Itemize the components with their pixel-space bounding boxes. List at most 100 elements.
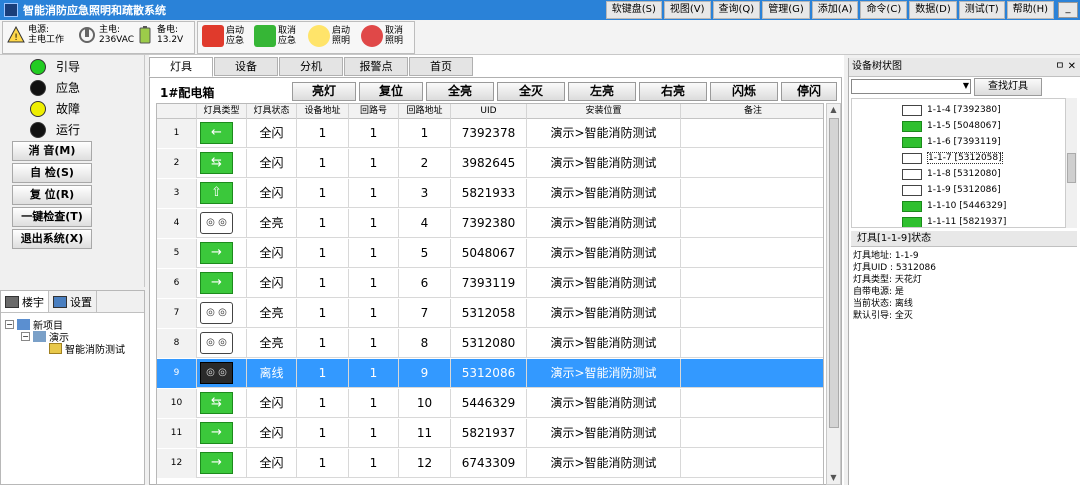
note-cell	[681, 239, 823, 268]
table-row[interactable]: 6 → 全闪 1 1 6 7393119 演示>智能消防测试	[157, 269, 823, 298]
tab-alarm-points[interactable]: 报警点	[344, 57, 408, 76]
scroll-up-icon[interactable]: ▲	[827, 104, 840, 116]
project-tabs: 楼宇 设置	[1, 291, 144, 313]
table-row[interactable]: 4 ◎ ◎ 全亮 1 1 4 7392380 演示>智能消防测试	[157, 209, 823, 238]
menu-item-8[interactable]: 帮助(H)	[1006, 1, 1054, 19]
power-status: ! 电源: 主电工作	[7, 25, 64, 45]
all-off-button[interactable]: 全灭	[497, 82, 565, 101]
addr-cell: 3	[399, 179, 451, 208]
device-tree-item[interactable]: 1-1-7 [5312058]	[902, 150, 1003, 166]
device-tree-item[interactable]: 1-1-5 [5048067]	[902, 118, 1001, 134]
table-row[interactable]: 12 → 全闪 1 1 12 6743309 演示>智能消防测试	[157, 449, 823, 478]
uid-cell: 6743309	[451, 449, 527, 478]
addr-cell: 5	[399, 239, 451, 268]
exit-sign-icon	[902, 136, 922, 148]
exit-sign-icon: ←	[200, 122, 233, 144]
header-lamp-type[interactable]: 灯具类型	[197, 104, 247, 119]
uid-cell: 5312058	[451, 299, 527, 328]
header-loop[interactable]: 回路号	[349, 104, 399, 119]
table-scrollbar[interactable]: ▲ ▼	[826, 103, 841, 485]
device-tree-item[interactable]: 1-1-11 [5821937]	[902, 214, 1006, 227]
left-on-button[interactable]: 左亮	[568, 82, 636, 101]
flash-button[interactable]: 闪烁	[710, 82, 778, 101]
header-location[interactable]: 安装位置	[527, 104, 681, 119]
scroll-thumb[interactable]	[829, 118, 839, 428]
exit-system-button[interactable]: 退出系统(X)	[12, 229, 92, 249]
chevron-down-icon[interactable]: ▼	[963, 81, 969, 90]
menu-item-6[interactable]: 数据(D)	[909, 1, 957, 19]
table-row[interactable]: 5 → 全闪 1 1 5 5048067 演示>智能消防测试	[157, 239, 823, 268]
device-tree-item[interactable]: 1-1-8 [5312080]	[902, 166, 1001, 182]
header-note[interactable]: 备注	[681, 104, 823, 119]
minimize-button[interactable]: _	[1058, 2, 1078, 18]
device-tree-label: 1-1-4 [7392380]	[927, 105, 1001, 115]
collapse-icon[interactable]: −	[21, 332, 30, 341]
emergency-actions-group: 启动 应急 取消 应急 启动 照明 取消 照明	[197, 21, 415, 54]
tab-extensions[interactable]: 分机	[279, 57, 343, 76]
exit-sign-icon	[902, 200, 922, 212]
header-device-address[interactable]: 设备地址	[297, 104, 349, 119]
start-emergency-button[interactable]: 启动 应急	[202, 25, 244, 47]
note-cell	[681, 269, 823, 298]
table-row[interactable]: 9 ◎ ◎ 离线 1 1 9 5312086 演示>智能消防测试	[157, 359, 823, 388]
table-row[interactable]: 2 ⇆ 全闪 1 1 2 3982645 演示>智能消防测试	[157, 149, 823, 178]
n-cell: 8	[157, 329, 197, 358]
table-row[interactable]: 10 ⇆ 全闪 1 1 10 5446329 演示>智能消防测试	[157, 389, 823, 418]
one-click-check-button[interactable]: 一键检查(T)	[12, 207, 92, 227]
silence-button[interactable]: 消 音(M)	[12, 141, 92, 161]
menu-item-1[interactable]: 视图(V)	[663, 1, 711, 19]
reset-lamp-button[interactable]: 复位	[359, 82, 423, 101]
device-tree-item[interactable]: 1-1-9 [5312086]	[902, 182, 1001, 198]
menu-item-2[interactable]: 查询(Q)	[712, 1, 761, 19]
tab-lamps[interactable]: 灯具	[149, 57, 213, 77]
n-cell: 7	[157, 299, 197, 328]
dev-cell: 1	[297, 389, 349, 418]
cancel-lighting-button[interactable]: 取消 照明	[361, 25, 403, 47]
menu-item-7[interactable]: 测试(T)	[958, 1, 1005, 19]
device-tree-item[interactable]: 1-1-10 [5446329]	[902, 198, 1006, 214]
pin-close-icon[interactable]: ㅁ ✕	[1055, 58, 1076, 76]
stop-flash-button[interactable]: 停闪	[781, 82, 837, 101]
device-tree-panel: 设备树状图 ㅁ ✕ ▼ 查找灯具 1-1-4 [7392380] 1-1-5 [5…	[848, 58, 1080, 485]
tree-scrollbar[interactable]	[1065, 98, 1077, 228]
find-lamp-button[interactable]: 查找灯具	[974, 78, 1042, 96]
table-row[interactable]: 1 ← 全闪 1 1 1 7392378 演示>智能消防测试	[157, 119, 823, 148]
table-row[interactable]: 8 ◎ ◎ 全亮 1 1 8 5312080 演示>智能消防测试	[157, 329, 823, 358]
header-uid[interactable]: UID	[451, 104, 527, 119]
scroll-down-icon[interactable]: ▼	[827, 472, 840, 484]
n-cell: 9	[157, 359, 197, 388]
addr-cell: 10	[399, 389, 451, 418]
tab-settings[interactable]: 设置	[49, 291, 97, 312]
reset-button[interactable]: 复 位(R)	[12, 185, 92, 205]
all-on-button[interactable]: 全亮	[426, 82, 494, 101]
device-tree-item[interactable]: 1-1-6 [7393119]	[902, 134, 1001, 150]
tree-leaf[interactable]: 智能消防测试	[49, 341, 125, 356]
header-loop-address[interactable]: 回路地址	[399, 104, 451, 119]
light-on-button[interactable]: 亮灯	[292, 82, 356, 101]
uid-cell: 5446329	[451, 389, 527, 418]
menu-item-4[interactable]: 添加(A)	[811, 1, 859, 19]
table-row[interactable]: 11 → 全闪 1 1 11 5821937 演示>智能消防测试	[157, 419, 823, 448]
table-row[interactable]: 3 ⇧ 全闪 1 1 3 5821933 演示>智能消防测试	[157, 179, 823, 208]
cabinet-title: 1#配电箱	[160, 86, 215, 100]
header-lamp-status[interactable]: 灯具状态	[247, 104, 297, 119]
table-row[interactable]: 7 ◎ ◎ 全亮 1 1 7 5312058 演示>智能消防测试	[157, 299, 823, 328]
tab-home[interactable]: 首页	[409, 57, 473, 76]
device-tree-item[interactable]: 1-1-4 [7392380]	[902, 102, 1001, 118]
lamp-search-select[interactable]: ▼	[851, 79, 971, 94]
tree-scroll-thumb[interactable]	[1067, 153, 1076, 183]
start-lighting-button[interactable]: 启动 照明	[308, 25, 350, 47]
cancel-emergency-button[interactable]: 取消 应急	[254, 25, 296, 47]
collapse-icon[interactable]: −	[5, 320, 14, 329]
tab-devices[interactable]: 设备	[214, 57, 278, 76]
n-cell: 4	[157, 209, 197, 238]
loc-cell: 演示>智能消防测试	[527, 239, 681, 268]
menu-item-0[interactable]: 软键盘(S)	[605, 1, 662, 19]
self-check-button[interactable]: 自 检(S)	[12, 163, 92, 183]
menu-item-3[interactable]: 管理(G)	[762, 1, 810, 19]
status-cell: 全闪	[247, 389, 297, 418]
tab-building[interactable]: 楼宇	[1, 291, 49, 312]
right-on-button[interactable]: 右亮	[639, 82, 707, 101]
menu-item-5[interactable]: 命令(C)	[860, 1, 908, 19]
exit-sign-icon: →	[200, 272, 233, 294]
